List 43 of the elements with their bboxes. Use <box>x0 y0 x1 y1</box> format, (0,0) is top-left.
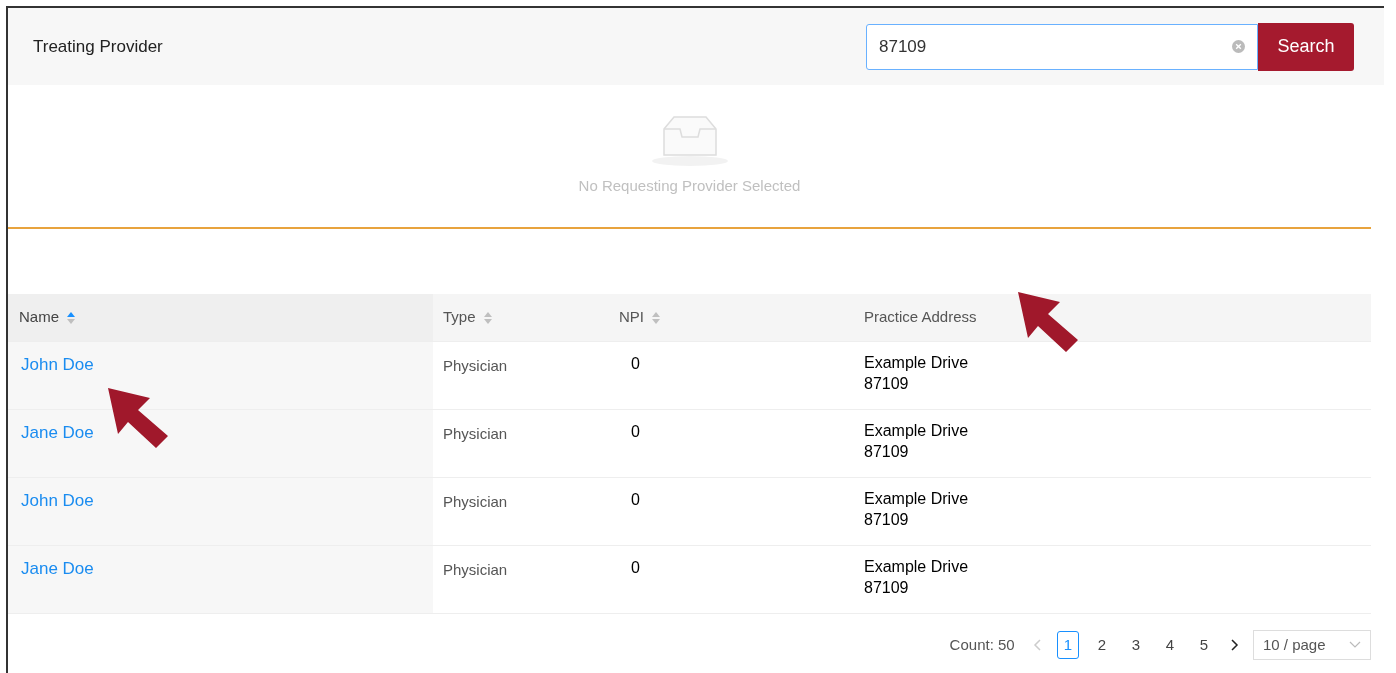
page-button[interactable]: 2 <box>1091 631 1113 659</box>
page-button[interactable]: 3 <box>1125 631 1147 659</box>
address-line: 87109 <box>864 442 910 462</box>
column-header: NPI <box>619 307 644 328</box>
address-line: Example Drive <box>864 489 970 509</box>
column-header: Practice Address <box>864 307 977 328</box>
sort-icon[interactable] <box>652 311 660 324</box>
address-line: 87109 <box>864 374 910 394</box>
empty-inbox-icon <box>649 114 730 167</box>
npi-number: 0 <box>631 491 640 508</box>
empty-message: No Requesting Provider Selected <box>578 175 801 196</box>
pointer-arrow-icon <box>1016 290 1080 354</box>
search-field[interactable]: 87109 <box>866 23 1258 70</box>
provider-type: Physician <box>443 561 508 578</box>
section-title: Treating Provider <box>33 35 164 58</box>
search-input[interactable]: 87109 <box>879 33 1232 60</box>
sort-icon[interactable] <box>483 311 492 324</box>
column-header-cell[interactable]: NPI <box>619 294 854 341</box>
column-header: Name <box>19 307 59 328</box>
address-line: Example Drive <box>864 557 970 577</box>
npi-number: 0 <box>631 355 640 372</box>
pointer-arrow-icon <box>106 386 170 450</box>
provider-type: Physician <box>443 493 508 510</box>
address-line: 87109 <box>864 578 910 598</box>
column-header-cell[interactable]: Practice Address <box>854 294 1371 341</box>
npi-number: 0 <box>631 559 640 576</box>
provider-type: Physician <box>443 357 508 374</box>
record-count: Count: 50 <box>949 634 1015 655</box>
search-button[interactable]: Search <box>1258 22 1354 71</box>
address-line: Example Drive <box>864 353 970 373</box>
npi-number: 0 <box>631 423 640 440</box>
page-button[interactable]: 5 <box>1193 631 1215 659</box>
address-line: Example Drive <box>864 421 970 441</box>
provider-type: Physician <box>443 425 508 442</box>
column-header: Type <box>443 307 476 328</box>
clear-icon[interactable] <box>1232 40 1245 53</box>
chevron-down-icon <box>1349 641 1361 649</box>
column-header-cell[interactable]: Type <box>433 294 619 341</box>
column-header-cell[interactable]: Name <box>8 294 433 341</box>
sort-icon[interactable] <box>67 311 75 324</box>
page-button[interactable]: 4 <box>1159 631 1181 659</box>
address-line: 87109 <box>864 510 910 530</box>
page-size-select[interactable]: 10 / page <box>1253 630 1371 660</box>
